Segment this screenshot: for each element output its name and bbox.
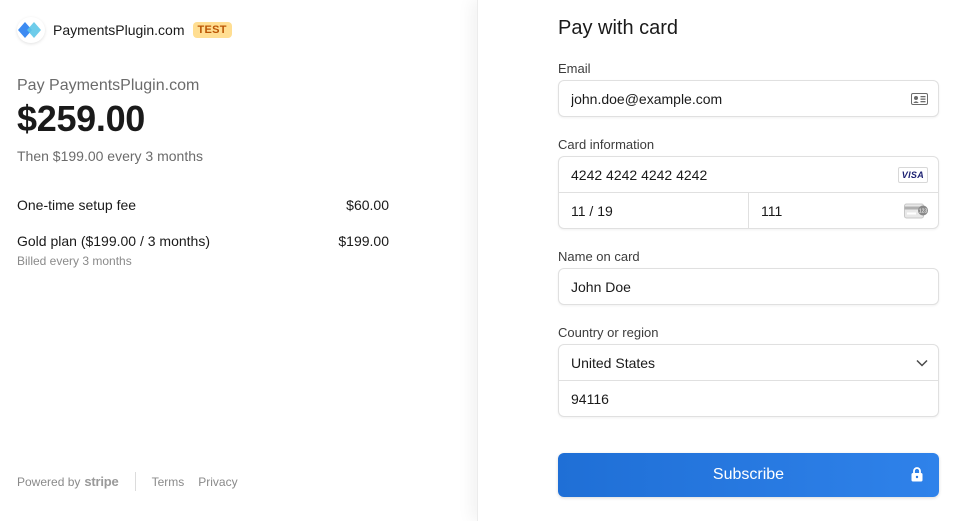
cvc-cell: 123 — [749, 193, 938, 229]
svg-text:123: 123 — [919, 209, 928, 215]
contact-card-icon — [911, 92, 928, 105]
pay-label: Pay PaymentsPlugin.com — [17, 77, 200, 94]
country-select[interactable]: United States — [559, 345, 938, 381]
payments-plugin-logo-icon — [17, 17, 45, 43]
merchant-brand[interactable]: PaymentsPlugin.com TEST — [17, 17, 232, 43]
name-field-wrapper — [558, 268, 939, 305]
name-label: Name on card — [558, 249, 640, 264]
line-item-price: $199.00 — [338, 233, 389, 249]
card-number-field[interactable] — [559, 157, 938, 192]
line-item-name: One-time setup fee — [17, 197, 137, 213]
card-info-label: Card information — [558, 137, 655, 152]
line-item-price: $60.00 — [346, 197, 389, 213]
zip-row — [559, 381, 938, 417]
country-label: Country or region — [558, 325, 659, 340]
country-zip-group: United States — [558, 344, 939, 417]
card-info-group: VISA 123 — [558, 156, 939, 229]
expiry-cell — [559, 193, 749, 229]
subscribe-button[interactable]: Subscribe — [558, 453, 939, 497]
visa-icon: VISA — [897, 166, 928, 183]
email-field-wrapper — [558, 80, 939, 117]
line-item-billing-note: Billed every 3 months — [17, 254, 132, 268]
total-amount: $259.00 — [17, 98, 146, 139]
email-field[interactable] — [559, 81, 938, 116]
name-on-card-field[interactable] — [559, 269, 938, 304]
footer: Powered by stripe Terms Privacy — [17, 472, 252, 491]
card-number-row: VISA — [559, 157, 938, 193]
card-brand-label: VISA — [897, 166, 928, 183]
country-select-value: United States — [571, 354, 656, 371]
powered-by-label: Powered by — [17, 474, 81, 489]
chevron-down-icon — [916, 359, 928, 367]
payment-form-panel: Pay with card Email Card information — [477, 0, 961, 521]
terms-link[interactable]: Terms — [152, 475, 185, 489]
subscribe-button-label: Subscribe — [712, 466, 785, 483]
line-item: One-time setup fee $60.00 — [17, 197, 389, 213]
zip-field[interactable] — [559, 381, 938, 417]
email-label: Email — [558, 61, 591, 76]
card-expiry-cvc-row: 123 — [559, 193, 938, 229]
expiry-field[interactable] — [559, 193, 748, 229]
privacy-link[interactable]: Privacy — [198, 475, 237, 489]
merchant-name: PaymentsPlugin.com — [53, 22, 185, 38]
test-mode-badge: TEST — [192, 22, 232, 38]
lock-icon — [911, 467, 923, 487]
form-title: Pay with card — [558, 17, 679, 39]
line-item-name: Gold plan ($199.00 / 3 months) — [17, 233, 211, 249]
order-summary-panel: PaymentsPlugin.com TEST Pay PaymentsPlug… — [0, 0, 477, 521]
stripe-logo[interactable]: stripe — [84, 474, 118, 489]
footer-divider — [134, 472, 136, 491]
recurring-text: Then $199.00 every 3 months — [17, 148, 204, 164]
cvc-card-icon: 123 — [904, 203, 928, 219]
line-item: Gold plan ($199.00 / 3 months) $199.00 B… — [17, 233, 389, 268]
